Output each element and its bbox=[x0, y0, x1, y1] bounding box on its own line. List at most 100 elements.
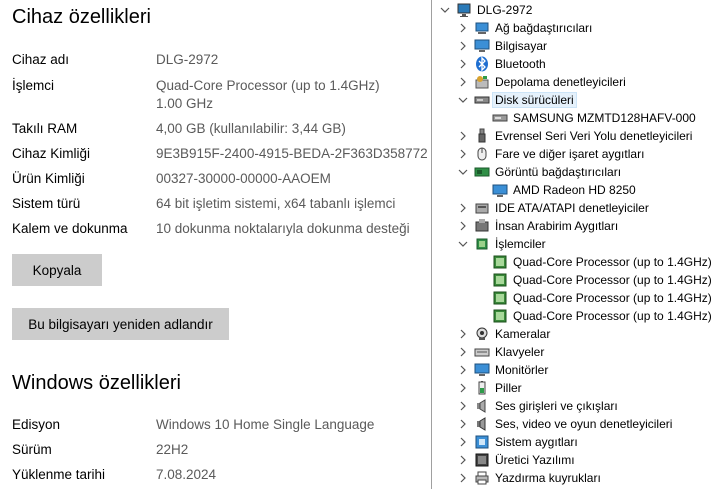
spec-value: DLG-2972 bbox=[156, 52, 219, 67]
tree-category[interactable]: Depolama denetleyicileri bbox=[458, 73, 626, 91]
tree-device[interactable]: SAMSUNG MZMTD128HAFV-000 bbox=[492, 109, 696, 127]
tree-item-label: İnsan Arabirim Aygıtları bbox=[495, 219, 619, 233]
disk-drive-icon bbox=[474, 92, 490, 108]
chevron-right-icon[interactable] bbox=[458, 473, 468, 483]
chevron-right-icon[interactable] bbox=[458, 23, 468, 33]
tree-root-computer[interactable]: DLG-2972 bbox=[440, 1, 532, 19]
tree-item-label: Fare ve diğer işaret aygıtları bbox=[495, 147, 645, 161]
tree-category[interactable]: Sistem aygıtları bbox=[458, 433, 578, 451]
about-settings-pane: Cihaz özellikleri Cihaz adı DLG-2972 İşl… bbox=[0, 0, 431, 489]
tree-category[interactable]: İşlemciler bbox=[458, 235, 546, 253]
tree-category[interactable]: Ses girişleri ve çıkışları bbox=[458, 397, 618, 415]
tree-item-label: Üretici Yazılımı bbox=[495, 453, 575, 467]
spec-value: Windows 10 Home Single Language bbox=[156, 417, 375, 432]
rename-pc-button[interactable]: Bu bilgisayarı yeniden adlandır bbox=[12, 308, 229, 340]
spec-value: 00327-30000-00000-AAOEM bbox=[156, 171, 331, 186]
tree-device[interactable]: Quad-Core Processor (up to 1.4GHz) bbox=[492, 271, 712, 289]
tree-category[interactable]: Bluetooth bbox=[458, 55, 546, 73]
chevron-right-icon[interactable] bbox=[458, 59, 468, 69]
spec-label: Yüklenme tarihi bbox=[12, 467, 106, 482]
tree-category[interactable]: Görüntü bağdaştırıcıları bbox=[458, 163, 621, 181]
spec-label: Sürüm bbox=[12, 442, 52, 457]
chevron-down-icon[interactable] bbox=[458, 239, 468, 249]
tree-item-label: Ağ bağdaştırıcıları bbox=[495, 21, 593, 35]
spec-label: İşlemci bbox=[12, 78, 55, 93]
tree-category[interactable]: Klavyeler bbox=[458, 343, 544, 361]
tree-item-label: Monitörler bbox=[495, 363, 549, 377]
tree-item-label: Quad-Core Processor (up to 1.4GHz) bbox=[513, 309, 712, 323]
tree-category[interactable]: Ses, video ve oyun denetleyicileri bbox=[458, 415, 672, 433]
chevron-down-icon[interactable] bbox=[440, 5, 450, 15]
chevron-right-icon[interactable] bbox=[458, 329, 468, 339]
computer-icon bbox=[474, 38, 490, 54]
chevron-right-icon[interactable] bbox=[458, 203, 468, 213]
chevron-right-icon[interactable] bbox=[458, 365, 468, 375]
tree-category[interactable]: Disk sürücüleri bbox=[458, 91, 577, 109]
disk-item-icon bbox=[492, 110, 508, 126]
tree-item-label: İşlemciler bbox=[495, 237, 546, 251]
tree-item-label: Evrensel Seri Veri Yolu denetleyicileri bbox=[495, 129, 693, 143]
cpu-item-icon bbox=[492, 272, 508, 288]
spec-label: Takılı RAM bbox=[12, 121, 78, 136]
chevron-right-icon[interactable] bbox=[458, 437, 468, 447]
tree-item-label: Klavyeler bbox=[495, 345, 545, 359]
spec-label: Edisyon bbox=[12, 417, 61, 432]
firmware-icon bbox=[474, 452, 490, 468]
tree-item-label: Depolama denetleyicileri bbox=[495, 75, 626, 89]
tree-category[interactable]: Fare ve diğer işaret aygıtları bbox=[458, 145, 644, 163]
copy-button[interactable]: Kopyala bbox=[12, 254, 102, 286]
tree-device[interactable]: AMD Radeon HD 8250 bbox=[492, 181, 636, 199]
spec-value: 4,00 GB (kullanılabilir: 3,44 GB) bbox=[156, 121, 346, 136]
chevron-right-icon[interactable] bbox=[458, 149, 468, 159]
tree-category[interactable]: Evrensel Seri Veri Yolu denetleyicileri bbox=[458, 127, 692, 145]
tree-device[interactable]: Quad-Core Processor (up to 1.4GHz) bbox=[492, 289, 712, 307]
tree-category[interactable]: Kameralar bbox=[458, 325, 550, 343]
storage-controller-icon bbox=[474, 74, 490, 90]
display-adapter-icon bbox=[474, 164, 490, 180]
chevron-right-icon[interactable] bbox=[458, 401, 468, 411]
device-manager-tree: DLG-2972 Ağ bağdaştırıcıları Bilgisayar Blu… bbox=[431, 0, 728, 489]
cpu-item-icon bbox=[492, 308, 508, 324]
computer-root-icon bbox=[456, 2, 472, 18]
hid-icon bbox=[474, 218, 490, 234]
chevron-right-icon[interactable] bbox=[458, 383, 468, 393]
spec-value: Quad-Core Processor (up to 1.4GHz) bbox=[156, 78, 380, 93]
tree-category[interactable]: Yazdırma kuyrukları bbox=[458, 469, 601, 487]
tree-item-label: Bilgisayar bbox=[495, 39, 548, 53]
tree-item-label: AMD Radeon HD 8250 bbox=[513, 183, 636, 197]
system-device-icon bbox=[474, 434, 490, 450]
tree-category[interactable]: İnsan Arabirim Aygıtları bbox=[458, 217, 618, 235]
tree-category[interactable]: Ağ bağdaştırıcıları bbox=[458, 19, 592, 37]
camera-icon bbox=[474, 326, 490, 342]
tree-item-label: SAMSUNG MZMTD128HAFV-000 bbox=[513, 111, 696, 125]
cpu-item-icon bbox=[492, 254, 508, 270]
spec-value: 64 bit işletim sistemi, x64 tabanlı işle… bbox=[156, 196, 396, 211]
chevron-right-icon[interactable] bbox=[458, 455, 468, 465]
chevron-right-icon[interactable] bbox=[458, 347, 468, 357]
tree-item-label: Quad-Core Processor (up to 1.4GHz) bbox=[513, 291, 712, 305]
tree-item-label: Ses, video ve oyun denetleyicileri bbox=[495, 417, 673, 431]
monitor-icon bbox=[474, 362, 490, 378]
print-queue-icon bbox=[474, 470, 490, 486]
tree-category[interactable]: IDE ATA/ATAPI denetleyiciler bbox=[458, 199, 649, 217]
tree-category[interactable]: Bilgisayar bbox=[458, 37, 547, 55]
tree-device[interactable]: Quad-Core Processor (up to 1.4GHz) bbox=[492, 253, 712, 271]
tree-item-label: Quad-Core Processor (up to 1.4GHz) bbox=[513, 273, 712, 287]
tree-item-label: Disk sürücüleri bbox=[492, 92, 577, 108]
tree-category[interactable]: Monitörler bbox=[458, 361, 548, 379]
tree-item-label: Görüntü bağdaştırıcıları bbox=[495, 165, 622, 179]
chevron-right-icon[interactable] bbox=[458, 131, 468, 141]
chevron-right-icon[interactable] bbox=[458, 221, 468, 231]
chevron-right-icon[interactable] bbox=[458, 419, 468, 429]
tree-item-label: IDE ATA/ATAPI denetleyiciler bbox=[495, 201, 649, 215]
tree-item-label: Ses girişleri ve çıkışları bbox=[495, 399, 618, 413]
processor-icon bbox=[474, 236, 490, 252]
chevron-right-icon[interactable] bbox=[458, 77, 468, 87]
chevron-down-icon[interactable] bbox=[458, 167, 468, 177]
tree-device[interactable]: Quad-Core Processor (up to 1.4GHz) bbox=[492, 307, 712, 325]
chevron-right-icon[interactable] bbox=[458, 41, 468, 51]
tree-category[interactable]: Piller bbox=[458, 379, 522, 397]
chevron-down-icon[interactable] bbox=[458, 95, 468, 105]
tree-category[interactable]: Üretici Yazılımı bbox=[458, 451, 575, 469]
spec-value: 10 dokunma noktalarıyla dokunma desteği bbox=[156, 221, 410, 236]
